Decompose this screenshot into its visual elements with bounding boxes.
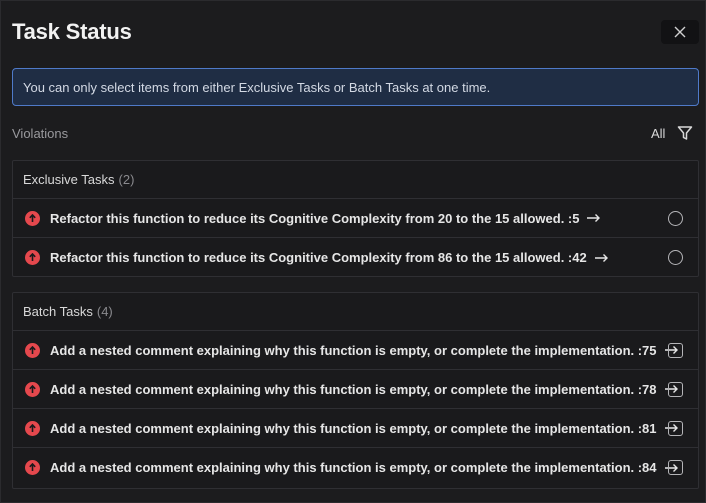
task-radio[interactable] xyxy=(668,250,683,265)
group-count: (4) xyxy=(96,304,113,319)
filter-icon[interactable] xyxy=(677,125,693,141)
task-checkbox[interactable] xyxy=(668,460,683,475)
violations-label: Violations xyxy=(12,126,69,141)
task-text: Add a nested comment explaining why this… xyxy=(50,420,657,436)
group-label: Batch Tasks xyxy=(23,304,93,319)
task-row[interactable]: Refactor this function to reduce its Cog… xyxy=(13,238,698,277)
page-title: Task Status xyxy=(12,19,132,44)
task-checkbox[interactable] xyxy=(668,421,683,436)
task-row[interactable]: Add a nested comment explaining why this… xyxy=(13,409,698,448)
task-radio[interactable] xyxy=(668,211,683,226)
info-banner: You can only select items from either Ex… xyxy=(12,68,699,106)
close-icon xyxy=(674,26,686,38)
group-header-batch: Batch Tasks (4) xyxy=(13,293,698,331)
task-text: Refactor this function to reduce its Cog… xyxy=(50,250,587,265)
task-text: Add a nested comment explaining why this… xyxy=(50,342,657,358)
batch-tasks-group: Batch Tasks (4) Add a nested comment exp… xyxy=(12,292,699,489)
task-status-panel: Task Status You can only select items fr… xyxy=(0,0,706,503)
task-row[interactable]: Add a nested comment explaining why this… xyxy=(13,370,698,409)
task-row[interactable]: Add a nested comment explaining why this… xyxy=(13,331,698,370)
severity-up-icon xyxy=(25,250,40,265)
group-count: (2) xyxy=(118,172,135,187)
severity-up-icon xyxy=(25,381,40,397)
filter-value[interactable]: All xyxy=(651,126,665,141)
task-row[interactable]: Refactor this function to reduce its Cog… xyxy=(13,199,698,238)
task-text: Add a nested comment explaining why this… xyxy=(50,460,657,475)
severity-up-icon xyxy=(25,210,40,226)
arrow-right-icon xyxy=(594,253,608,262)
severity-up-icon xyxy=(25,460,40,475)
exclusive-tasks-group: Exclusive Tasks (2) Refactor this functi… xyxy=(12,160,699,277)
task-checkbox[interactable] xyxy=(668,343,683,358)
severity-up-icon xyxy=(25,420,40,436)
severity-up-icon xyxy=(25,342,40,358)
task-text: Refactor this function to reduce its Cog… xyxy=(50,210,580,226)
task-row[interactable]: Add a nested comment explaining why this… xyxy=(13,448,698,487)
close-button[interactable] xyxy=(661,20,699,44)
group-header-exclusive: Exclusive Tasks (2) xyxy=(13,161,698,199)
info-banner-text: You can only select items from either Ex… xyxy=(23,79,491,95)
group-label: Exclusive Tasks xyxy=(23,172,115,187)
arrow-right-icon xyxy=(587,214,601,222)
task-checkbox[interactable] xyxy=(668,382,683,397)
task-text: Add a nested comment explaining why this… xyxy=(50,381,657,397)
